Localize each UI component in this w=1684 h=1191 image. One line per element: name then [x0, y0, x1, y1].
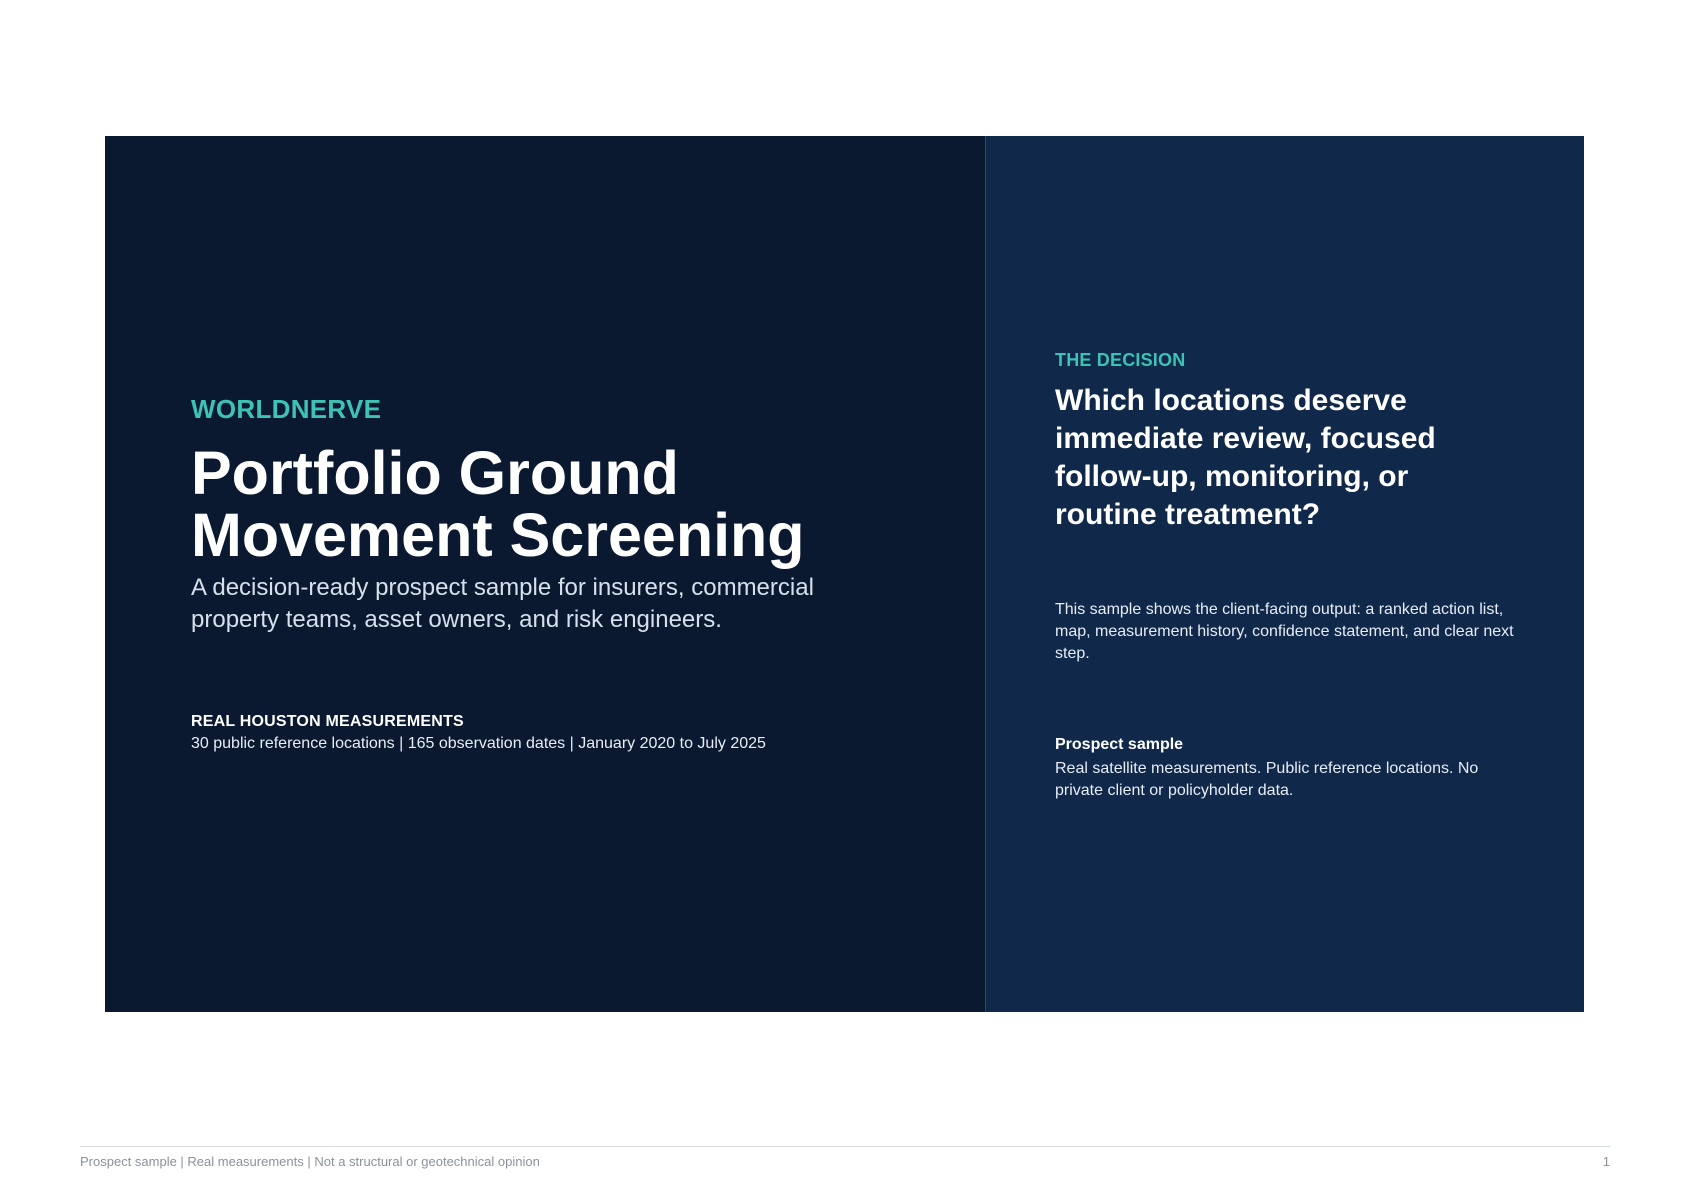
cover-section: WORLDNERVE Portfolio Ground Movement Scr…	[105, 136, 1584, 1012]
decision-label: THE DECISION	[1055, 350, 1186, 370]
decision-panel: THE DECISION Which locations deserve imm…	[986, 136, 1584, 1012]
page-title: Portfolio Ground Movement Screening	[191, 439, 805, 569]
footer-divider	[80, 1146, 1610, 1147]
prospect-sample-description: Real satellite measurements. Public refe…	[1055, 760, 1479, 799]
prospect-sample-heading: Prospect sample	[1055, 736, 1184, 753]
decision-description: This sample shows the client-facing outp…	[1055, 601, 1514, 662]
footer-text: Prospect sample | Real measurements | No…	[80, 1154, 540, 1169]
brand-name: WORLDNERVE	[191, 394, 382, 424]
cover-left-panel: WORLDNERVE Portfolio Ground Movement Scr…	[105, 136, 986, 1012]
page-subtitle: A decision-ready prospect sample for ins…	[191, 574, 814, 633]
measurements-detail: 30 public reference locations | 165 obse…	[191, 735, 766, 752]
measurements-heading: REAL HOUSTON MEASUREMENTS	[191, 713, 464, 730]
decision-question: Which locations deserve immediate review…	[1055, 384, 1436, 531]
document-page: WORLDNERVE Portfolio Ground Movement Scr…	[0, 0, 1684, 1191]
page-number: 1	[1602, 1154, 1610, 1169]
